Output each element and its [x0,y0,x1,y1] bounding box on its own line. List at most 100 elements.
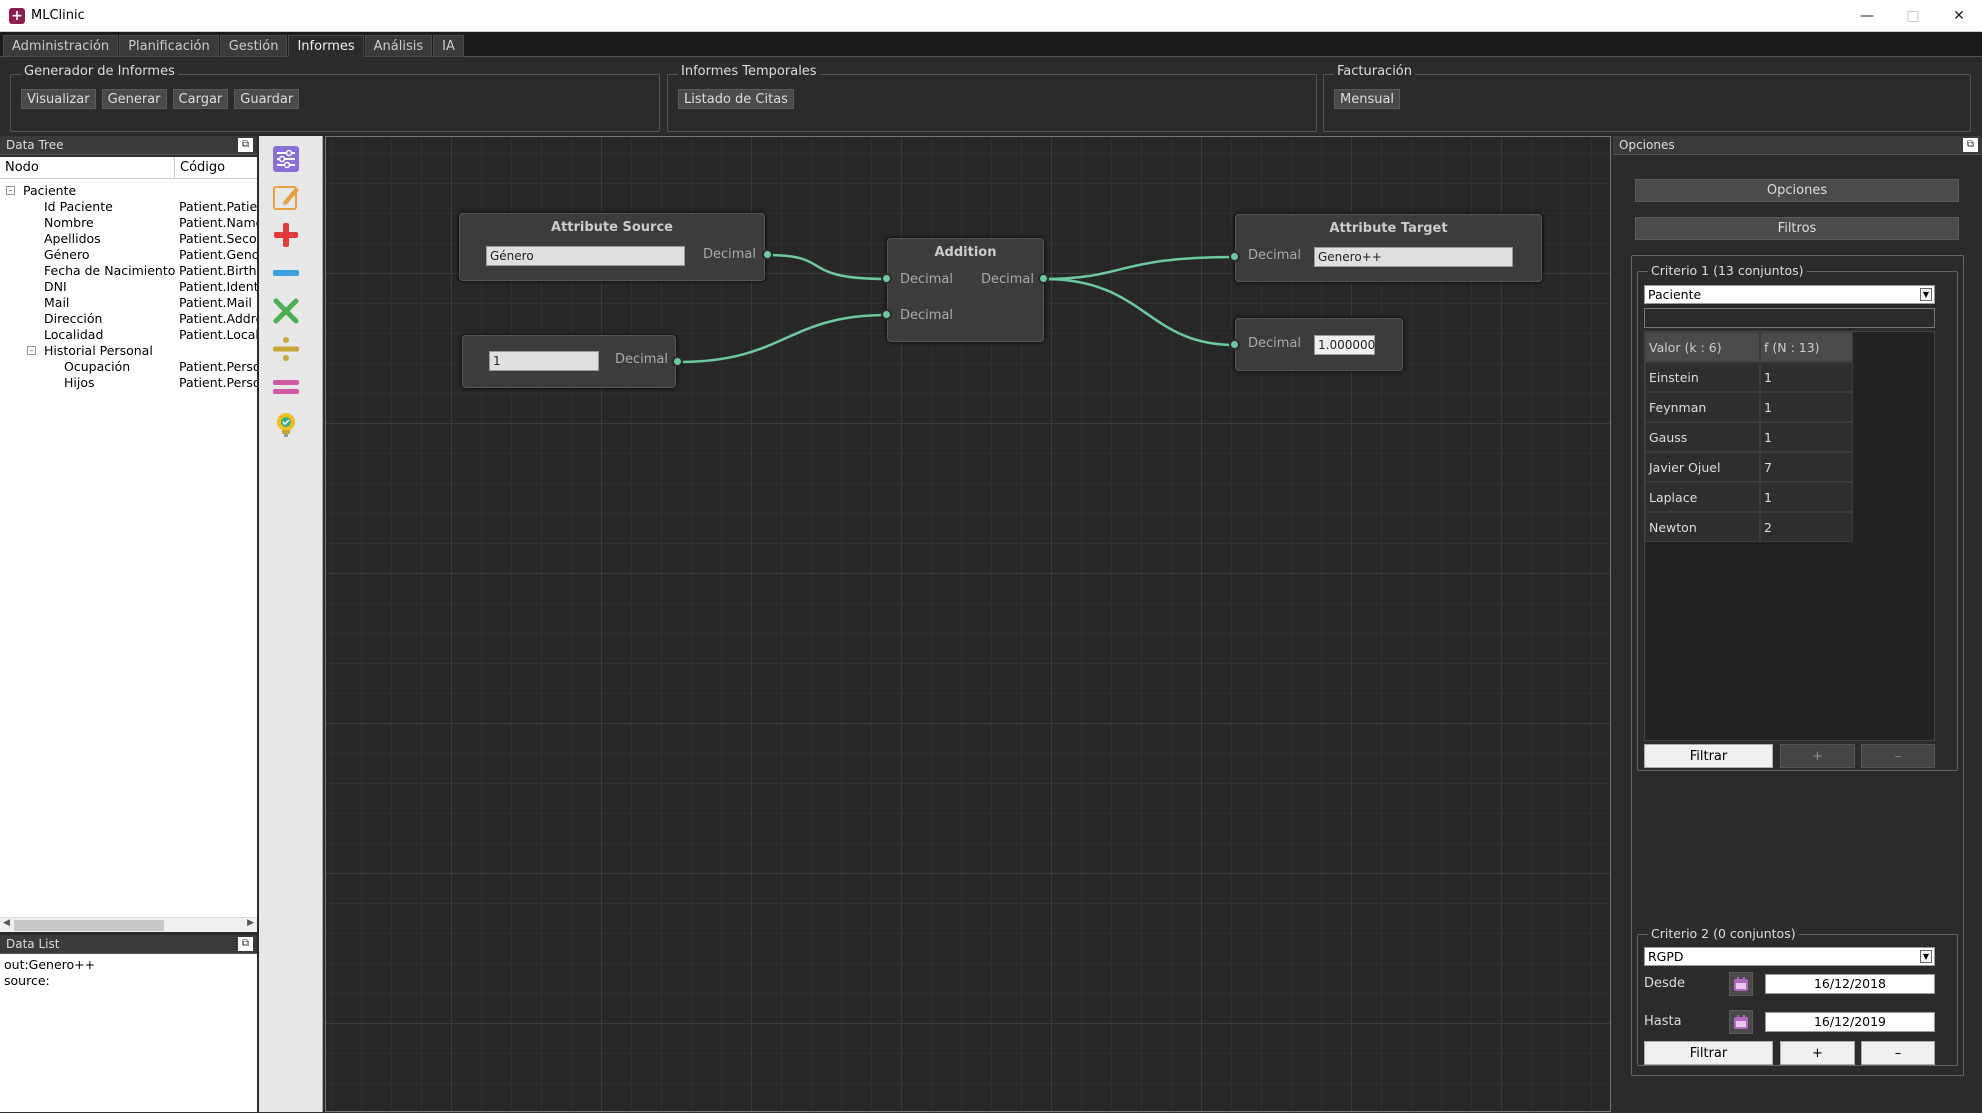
addition-input-port[interactable] [881,309,892,320]
column-header-valor[interactable]: Valor (k : 6) [1645,332,1760,362]
tree-node-label: Historial Personal [44,343,153,358]
target-attribute-input[interactable]: Genero++ [1314,247,1513,267]
table-header: Valor (k : 6) f (N : 13) [1645,332,1853,362]
criterio-1-filter-button[interactable]: Filtrar [1644,744,1773,768]
table-row[interactable]: Newton 2 [1645,512,1853,542]
bulb-check-icon[interactable] [271,410,301,440]
tree-row[interactable]: Id Paciente Patient.PatientId [0,199,257,215]
display-node[interactable]: Decimal 1.000000 [1235,318,1403,371]
cargar-button[interactable]: Cargar [172,89,229,109]
hasta-date-field[interactable]: 16/12/2019 [1765,1012,1935,1032]
horizontal-scrollbar[interactable]: ◀ ▶ [0,917,257,932]
criterio-1-add-button[interactable]: + [1780,744,1855,768]
mensual-button[interactable]: Mensual [1334,89,1401,109]
tree-row[interactable]: Localidad Patient.Locality [0,327,257,343]
criterio-1-select[interactable]: Paciente ▼ [1644,285,1935,304]
close-button[interactable]: ✕ [1936,0,1982,32]
table-row[interactable]: Gauss 1 [1645,422,1853,452]
frequency-table: Valor (k : 6) f (N : 13) Einstein 1 Feynm… [1644,331,1935,741]
criterio-2-filter-button[interactable]: Filtrar [1644,1041,1773,1065]
tree-row[interactable]: Dirección Patient.Address [0,311,257,327]
tree-row[interactable]: – Paciente [0,183,257,199]
column-header-code[interactable]: Código [175,157,257,178]
node-editor-canvas[interactable]: Attribute Source Género Decimal 1 Decima… [325,136,1611,1112]
criterio-2-select[interactable]: RGPD ▼ [1644,947,1935,966]
edit-pencil-icon[interactable] [271,182,301,212]
tree-row[interactable]: Género Patient.Gender [0,247,257,263]
chevron-down-icon[interactable]: ▼ [1920,288,1932,301]
tab-informes[interactable]: Informes [288,35,364,57]
opciones-button[interactable]: Opciones [1635,179,1959,202]
settings-sliders-icon[interactable] [271,144,301,174]
tree-row[interactable]: Ocupación Patient.Personal [0,359,257,375]
addition-input-port[interactable] [881,273,892,284]
tool-palette [259,136,323,1112]
tree-node-code: Patient.Personal [179,375,257,390]
criterio-1-search-input[interactable] [1644,308,1935,328]
collapse-icon[interactable]: – [6,186,15,195]
tab-gestion[interactable]: Gestión [219,35,288,57]
port-label: Decimal [615,352,669,367]
addition-node[interactable]: Addition Decimal Decimal Decimal [887,238,1044,342]
tree-row[interactable]: – Historial Personal [0,343,257,359]
visualizar-button[interactable]: Visualizar [21,89,96,109]
float-panel-icon[interactable]: ⧉ [1963,138,1978,152]
filtros-button[interactable]: Filtros [1635,217,1959,240]
tab-analisis[interactable]: Análisis [364,35,433,57]
desde-date-field[interactable]: 16/12/2018 [1765,974,1935,994]
criterio-2-title: Criterio 2 (0 conjuntos) [1648,926,1799,941]
criterio-1-remove-button[interactable]: – [1861,744,1935,768]
tree-row[interactable]: Nombre Patient.Name [0,215,257,231]
group-title: Facturación [1334,64,1415,79]
float-panel-icon[interactable]: ⧉ [238,937,253,951]
float-panel-icon[interactable]: ⧉ [238,138,253,152]
guardar-button[interactable]: Guardar [234,89,300,109]
constant-node[interactable]: 1 Decimal [462,335,676,388]
criterio-2-add-button[interactable]: + [1780,1041,1855,1065]
cell-value: Javier Ojuel [1645,452,1760,482]
chevron-down-icon[interactable]: ▼ [1920,950,1932,963]
tab-planificacion[interactable]: Planificación [119,35,219,57]
table-row[interactable]: Laplace 1 [1645,482,1853,512]
calendar-icon[interactable] [1729,1010,1753,1034]
minimize-button[interactable]: — [1844,0,1890,32]
multiply-x-icon[interactable] [271,296,301,326]
tab-administracion[interactable]: Administración [3,35,119,57]
tree-row[interactable]: Fecha de NacimientoPatient.Birthdate [0,263,257,279]
generar-button[interactable]: Generar [101,89,167,109]
calendar-icon[interactable] [1729,972,1753,996]
maximize-button[interactable]: □ [1890,0,1936,32]
equals-icon[interactable] [271,372,301,402]
collapse-icon[interactable]: – [27,346,36,355]
scrollbar-thumb[interactable] [14,920,164,931]
source-attribute-input[interactable]: Género [486,246,685,266]
subtract-minus-icon[interactable] [271,258,301,288]
attribute-source-node[interactable]: Attribute Source Género Decimal [459,213,765,281]
tab-ia[interactable]: IA [433,35,464,57]
add-plus-icon[interactable] [271,220,301,250]
group-title: Informes Temporales [678,64,820,79]
panel-title: Opciones [1619,138,1675,152]
column-header-freq[interactable]: f (N : 13) [1760,332,1853,362]
table-row[interactable]: Javier Ojuel 7 [1645,452,1853,482]
tree-row[interactable]: Apellidos Patient.SecondName [0,231,257,247]
target-input-port[interactable] [1229,251,1240,262]
display-input-port[interactable] [1229,339,1240,350]
scroll-right-icon[interactable]: ▶ [247,918,254,928]
attribute-target-node[interactable]: Attribute Target Decimal Genero++ [1235,214,1542,282]
table-row[interactable]: Einstein 1 [1645,362,1853,392]
source-output-port[interactable] [762,249,773,260]
criterio-2-remove-button[interactable]: – [1861,1041,1935,1065]
addition-output-port[interactable] [1038,273,1049,284]
tree-node-label: Id Paciente [44,199,113,214]
constant-value-input[interactable]: 1 [489,351,599,371]
tree-row[interactable]: DNI Patient.Identification [0,279,257,295]
divide-icon[interactable] [271,334,301,364]
table-row[interactable]: Feynman 1 [1645,392,1853,422]
constant-output-port[interactable] [672,356,683,367]
tree-row[interactable]: Hijos Patient.Personal [0,375,257,391]
column-header-node[interactable]: Nodo [0,157,175,178]
listado-citas-button[interactable]: Listado de Citas [678,89,794,109]
scroll-left-icon[interactable]: ◀ [3,918,10,928]
tree-row[interactable]: Mail Patient.Mail [0,295,257,311]
